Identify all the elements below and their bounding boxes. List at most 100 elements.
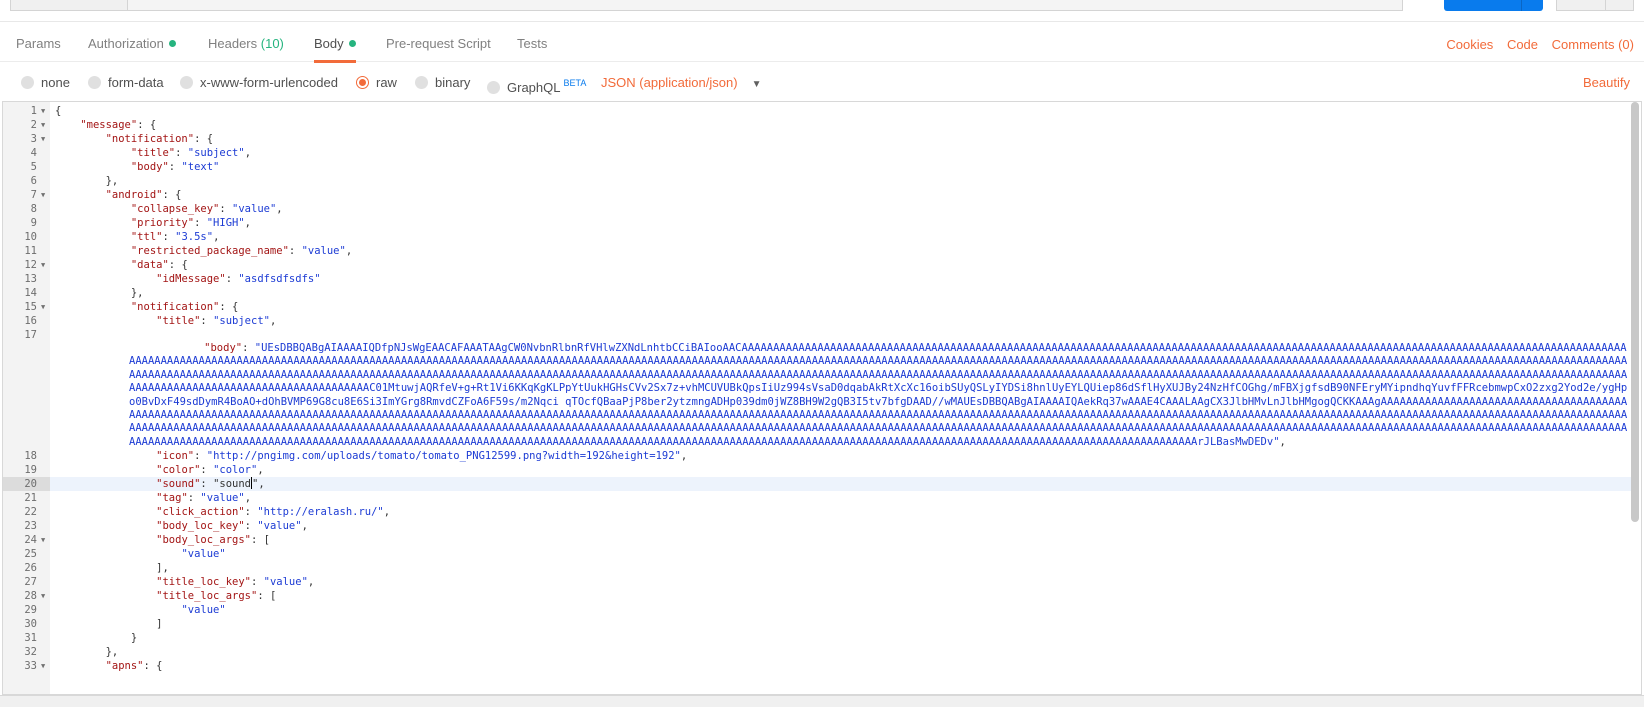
code-line[interactable]: 1 ▼ { (3, 104, 1631, 118)
code-line[interactable]: 24 ▼ "body_loc_args": [ (3, 533, 1631, 547)
code-line[interactable]: 32 }, (3, 645, 1631, 659)
line-number: 17 (24, 329, 37, 341)
code-line[interactable]: 30 ] (3, 617, 1631, 631)
beta-badge: BETA (563, 78, 587, 88)
tab-label: Body (314, 36, 344, 51)
code-line[interactable]: 20 "sound": "sound", (3, 477, 1631, 492)
fold-arrow-icon[interactable]: ▼ (41, 104, 45, 118)
code-editor[interactable]: 1 ▼{2 ▼ "message": {3 ▼ "notification": {4 … (2, 101, 1642, 695)
code-line[interactable]: 21 "tag": "value", (3, 491, 1631, 505)
code-text: }, (55, 175, 119, 187)
code-line[interactable]: 10 "ttl": "3.5s", (3, 230, 1631, 244)
code-line[interactable]: 6 }, (3, 174, 1631, 188)
fold-arrow-icon[interactable]: ▼ (41, 300, 45, 314)
body-type-urlencoded[interactable]: x-www-form-urlencoded (180, 63, 338, 101)
vertical-scrollbar[interactable] (1631, 102, 1639, 522)
radio-icon[interactable] (21, 76, 34, 89)
line-number: 16 (24, 315, 37, 327)
line-number: 31 (24, 632, 37, 645)
code-line[interactable]: 23 "body_loc_key": "value", (3, 519, 1631, 533)
request-tabs: Params Authorization Headers (10) Body P… (0, 22, 1644, 63)
save-button[interactable] (1556, 0, 1634, 11)
code-link[interactable]: Code (1507, 37, 1538, 52)
code-line[interactable]: 9 "priority": "HIGH", (3, 216, 1631, 230)
chevron-down-icon: ▼ (751, 79, 762, 90)
code-line[interactable]: 22 "click_action": "http://eralash.ru/", (3, 505, 1631, 519)
code-line[interactable]: 7 ▼ "android": { (3, 188, 1631, 202)
code-text: "body": "UEsDBBQABgAIAAAAIQDfpNJsWgEAACA… (3, 342, 1631, 449)
fold-arrow-icon[interactable]: ▼ (41, 258, 45, 272)
tab-count: (10) (260, 36, 284, 51)
line-number: 19 (24, 464, 37, 477)
body-type-form-data[interactable]: form-data (88, 63, 164, 101)
code-text: "tag": "value", (156, 492, 252, 505)
cookies-link[interactable]: Cookies (1446, 37, 1493, 52)
fold-arrow-icon[interactable]: ▼ (41, 589, 45, 603)
code-line[interactable]: 2 ▼ "message": { (3, 118, 1631, 132)
line-number: 1 (30, 105, 37, 117)
line-number: 32 (24, 646, 37, 659)
code-line[interactable]: 5 "body": "text" (3, 160, 1631, 174)
tab-label: Params (16, 36, 61, 51)
code-line[interactable]: 27 "title_loc_key": "value", (3, 575, 1631, 589)
fold-arrow-icon[interactable]: ▼ (41, 118, 45, 132)
code-line[interactable]: 8 "collapse_key": "value", (3, 202, 1631, 216)
url-input[interactable] (128, 0, 1403, 11)
code-line[interactable]: 15 ▼ "notification": { (3, 300, 1631, 314)
code-line[interactable]: 29 "value" (3, 603, 1631, 617)
code-line[interactable]: 14 }, (3, 286, 1631, 300)
code-text: "restricted_package_name": "value", (130, 245, 353, 257)
code-line[interactable]: 11 "restricted_package_name": "value", (3, 244, 1631, 258)
radio-icon[interactable] (180, 76, 193, 89)
line-number: 9 (30, 217, 37, 229)
code-text: "data": { (130, 259, 188, 271)
tab-pre-request-script[interactable]: Pre-request Script (386, 22, 491, 62)
save-dropdown-divider (1605, 0, 1606, 10)
tab-headers[interactable]: Headers (10) (208, 22, 284, 62)
tab-authorization[interactable]: Authorization (88, 22, 176, 62)
body-type-binary[interactable]: binary (415, 63, 470, 101)
content-type-select[interactable]: JSON (application/json) ▼ (601, 63, 761, 101)
beautify-button[interactable]: Beautify (1583, 63, 1630, 101)
code-line[interactable]: 4 "title": "subject", (3, 146, 1631, 160)
code-line[interactable]: 17 "body": "UEsDBBQABgAIAAAAIQDfpNJsWgEA… (3, 328, 1631, 449)
code-text: "android": { (105, 189, 182, 201)
code-line[interactable]: 28 ▼ "title_loc_args": [ (3, 589, 1631, 603)
fold-arrow-icon[interactable]: ▼ (41, 188, 45, 202)
code-text: "priority": "HIGH", (130, 217, 251, 229)
tab-tests[interactable]: Tests (517, 22, 547, 62)
radio-icon[interactable] (88, 76, 101, 89)
code-line[interactable]: 33 ▼ "apns": { (3, 659, 1631, 673)
code-line[interactable]: 12 ▼ "data": { (3, 258, 1631, 272)
code-text: "body_loc_key": "value", (156, 520, 308, 533)
line-number: 15 (24, 301, 37, 313)
code-line[interactable]: 16 "title": "subject", (3, 314, 1631, 328)
line-number: 10 (24, 231, 37, 243)
long-string-value: "body": "UEsDBBQABgAIAAAAIQDfpNJsWgEAACA… (129, 342, 1628, 448)
line-number: 7 (30, 189, 37, 201)
body-type-graphql[interactable]: GraphQL BETA (487, 63, 586, 101)
fold-arrow-icon[interactable]: ▼ (41, 533, 45, 547)
radio-icon[interactable] (415, 76, 428, 89)
code-line[interactable]: 18 "icon": "http://pngimg.com/uploads/to… (3, 449, 1631, 463)
code-line[interactable]: 13 "idMessage": "asdfsdfsdfs" (3, 272, 1631, 286)
code-line[interactable]: 26 ], (3, 561, 1631, 575)
code-line[interactable]: 3 ▼ "notification": { (3, 132, 1631, 146)
send-button[interactable] (1444, 0, 1543, 11)
comments-link[interactable]: Comments (0) (1552, 37, 1634, 52)
body-type-raw[interactable]: raw (356, 63, 397, 101)
tab-body[interactable]: Body (314, 22, 356, 63)
body-type-none[interactable]: none (21, 63, 70, 101)
fold-arrow-icon[interactable]: ▼ (41, 659, 45, 673)
code-line[interactable]: 31 } (3, 631, 1631, 645)
method-select[interactable] (10, 0, 128, 11)
horizontal-scrollbar[interactable] (0, 695, 1644, 707)
code-text: "title": "subject", (130, 147, 252, 159)
code-line[interactable]: 25 "value" (3, 547, 1631, 561)
fold-arrow-icon[interactable]: ▼ (41, 132, 45, 146)
radio-selected-icon[interactable] (356, 76, 369, 89)
radio-icon[interactable] (487, 81, 500, 94)
tab-params[interactable]: Params (16, 22, 61, 62)
code-line[interactable]: 19 "color": "color", (3, 463, 1631, 477)
code-text: "notification": { (130, 301, 239, 313)
